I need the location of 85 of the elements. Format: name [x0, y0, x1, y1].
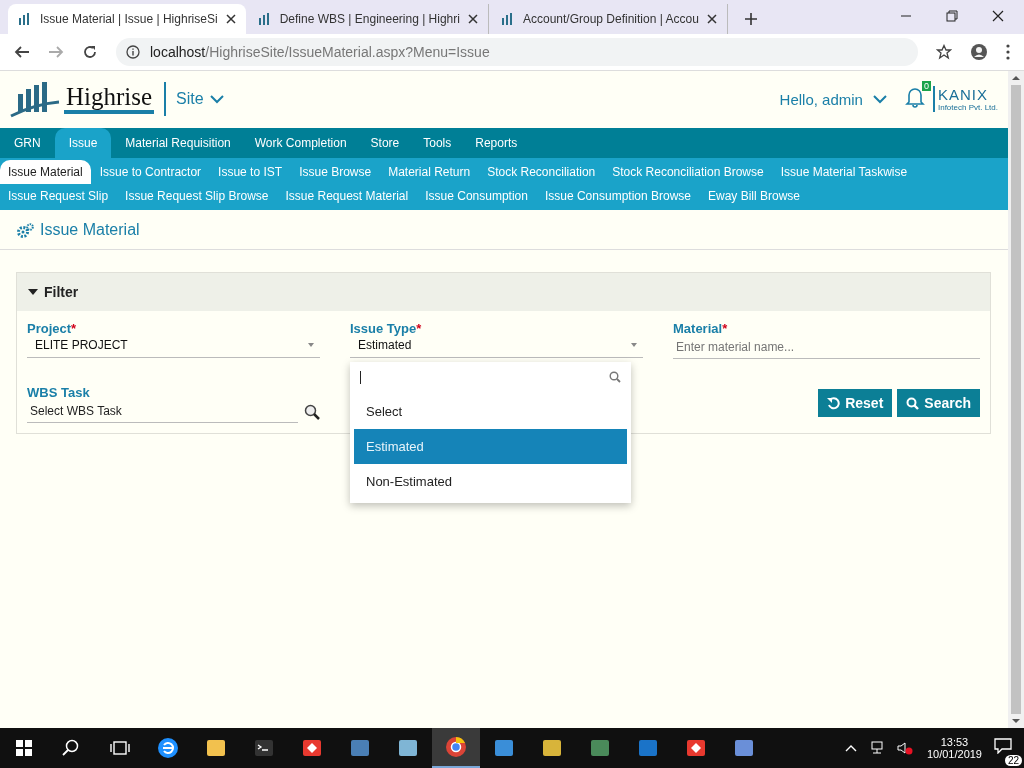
select-field[interactable]: ELITE PROJECT	[27, 336, 320, 358]
new-tab-icon[interactable]	[743, 12, 758, 26]
menu-tab[interactable]: Issue	[54, 128, 112, 158]
close-icon[interactable]	[706, 14, 717, 24]
submenu-link[interactable]: Issue Material Taskwise	[772, 160, 916, 184]
caret-icon	[28, 288, 38, 296]
account-icon[interactable]	[970, 43, 988, 61]
restore-icon[interactable]	[946, 10, 958, 22]
submenu-link[interactable]: Issue Browse	[291, 160, 380, 184]
task-view-icon[interactable]	[110, 740, 130, 756]
search-icon	[609, 371, 621, 383]
menu-tab[interactable]: Material Requisition	[115, 128, 241, 158]
submenu-link[interactable]: Issue Request Material	[277, 184, 417, 208]
close-icon[interactable]	[225, 14, 236, 24]
field-label: WBS Task	[27, 385, 90, 400]
menu-tab[interactable]: Work Completion	[244, 128, 357, 158]
caret-icon	[308, 343, 314, 347]
submenu-link[interactable]: Eway Bill Browse	[700, 184, 809, 208]
submenu-link[interactable]: Issue to Contractor	[91, 160, 210, 184]
submenu-link[interactable]: Issue Material	[0, 160, 91, 184]
volume-muted-icon[interactable]	[896, 741, 913, 755]
network-icon[interactable]	[868, 741, 885, 755]
chevron-down-icon	[872, 94, 887, 104]
browser-tab[interactable]: Issue Material | Issue | HighriseSi	[8, 4, 246, 34]
logo-text: Highrise	[64, 84, 155, 114]
close-icon[interactable]	[467, 14, 478, 24]
submenu-link[interactable]: Issue Consumption	[417, 184, 536, 208]
info-icon	[126, 45, 140, 59]
submenu-link[interactable]: Issue Consumption Browse	[536, 184, 699, 208]
filter-toggle[interactable]: Filter	[17, 273, 990, 311]
required-mark: *	[71, 321, 77, 336]
back-icon[interactable]	[14, 44, 30, 60]
brand-tagline: Infotech Pvt. Ltd.	[937, 103, 998, 112]
dropdown-option[interactable]: Select	[354, 394, 627, 429]
logo-bars-icon	[10, 80, 60, 118]
search-button[interactable]: Search	[897, 389, 980, 417]
notification-count: 0	[921, 81, 931, 91]
search-icon[interactable]	[62, 739, 80, 757]
more-icon[interactable]	[1006, 44, 1010, 60]
brand-name: KANIX	[937, 86, 989, 103]
caret-icon	[631, 343, 637, 347]
menu-tab[interactable]: GRN	[4, 128, 51, 158]
address-field[interactable]: localhost/HighriseSite/IssueMaterial.aspx?Menu=Issue	[116, 38, 918, 66]
windows-start-icon[interactable]	[16, 740, 32, 756]
reload-icon[interactable]	[82, 44, 98, 60]
menu-tab[interactable]: Tools	[413, 128, 462, 158]
select-field[interactable]: Estimated	[350, 336, 643, 358]
clock-date: 10/01/2019	[926, 748, 982, 760]
material-field[interactable]: Enter material name...	[673, 336, 980, 359]
reset-button[interactable]: Reset	[818, 389, 893, 417]
chevron-down-icon	[209, 94, 224, 104]
chevron-up-icon[interactable]	[844, 744, 857, 752]
user-menu[interactable]: Hello, admin	[779, 90, 887, 108]
required-mark: *	[722, 321, 728, 336]
page-title: Issue Material	[40, 221, 140, 239]
close-icon[interactable]	[992, 10, 1004, 22]
submenu-link[interactable]: Issue Request Slip	[0, 184, 117, 208]
scroll-up-icon[interactable]	[1012, 75, 1020, 81]
menu-tab[interactable]: Store	[360, 128, 410, 158]
bell-icon[interactable]	[904, 86, 925, 108]
notification-center-icon[interactable]	[994, 738, 1012, 754]
scrollbar[interactable]	[1008, 71, 1024, 728]
required-mark: *	[416, 321, 422, 336]
field-label: Material	[673, 321, 723, 336]
dropdown-option[interactable]: Non-Estimated	[354, 464, 627, 499]
taskbar-app-icon[interactable]	[432, 728, 480, 768]
field-label: Project	[27, 321, 72, 336]
clock-time: 13:53	[940, 736, 969, 748]
search-icon[interactable]	[304, 403, 320, 420]
wbs-task-field[interactable]: Select WBS Task	[27, 400, 298, 423]
submenu-link[interactable]: Issue to IST	[210, 160, 291, 184]
star-icon[interactable]	[936, 44, 952, 60]
submenu-link[interactable]: Material Return	[380, 160, 479, 184]
submenu-link[interactable]: Stock Reconciliation Browse	[604, 160, 772, 184]
submenu-link[interactable]: Issue Request Slip Browse	[117, 184, 277, 208]
field-label: Issue Type	[350, 321, 417, 336]
search-icon	[906, 396, 920, 410]
menu-tab[interactable]: Reports	[465, 128, 528, 158]
reset-icon	[827, 396, 841, 410]
notification-count: 22	[1004, 755, 1022, 766]
scroll-down-icon[interactable]	[1012, 718, 1020, 724]
submenu-link[interactable]: Stock Reconciliation	[479, 160, 604, 184]
gears-icon	[17, 222, 34, 238]
site-dropdown[interactable]: Site	[176, 90, 224, 108]
dropdown-option[interactable]: Estimated	[354, 429, 627, 464]
